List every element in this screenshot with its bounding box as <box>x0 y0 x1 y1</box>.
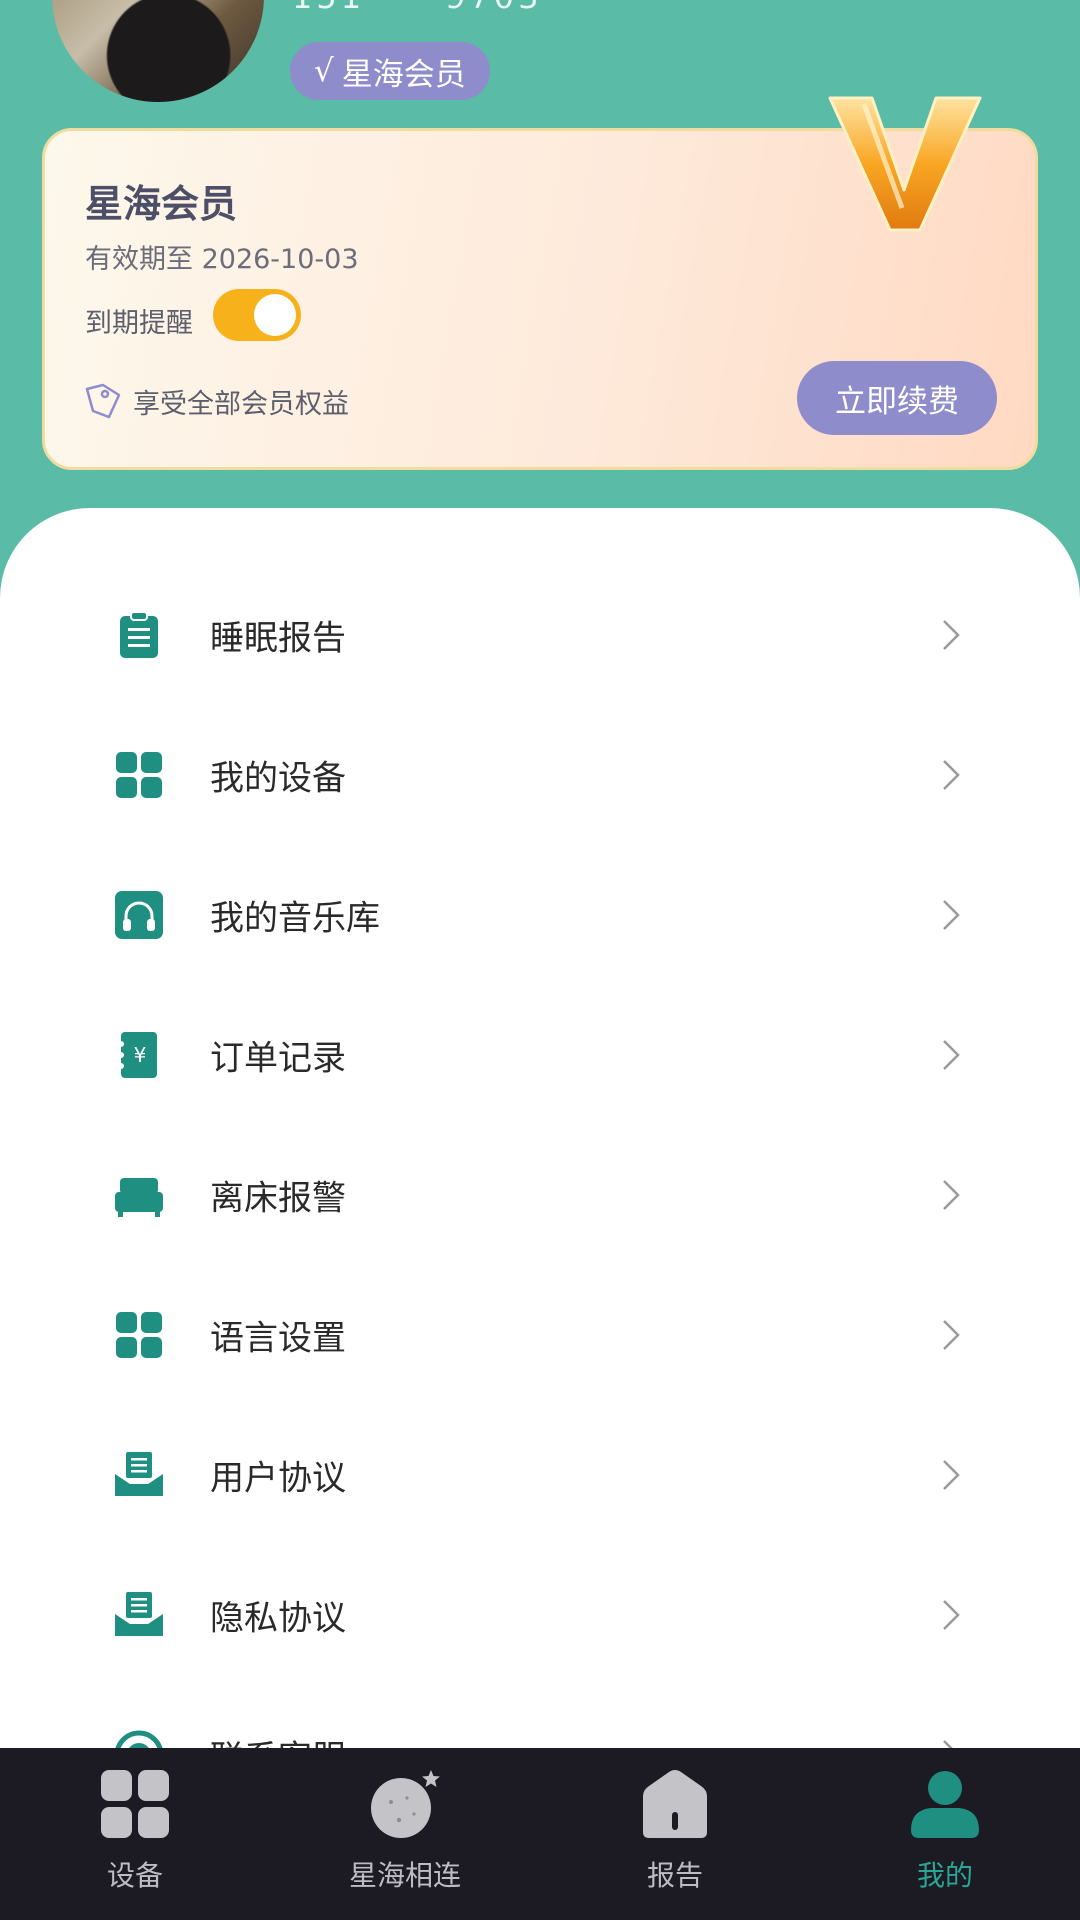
chevron-right-icon <box>943 1600 960 1630</box>
renew-button[interactable]: 立即续费 <box>797 361 997 435</box>
menu-item-label: 我的音乐库 <box>210 898 380 939</box>
menu-item-label: 联系客服 <box>210 1731 346 1749</box>
user-phone: 151****9703 <box>292 0 543 16</box>
tag-icon <box>85 383 121 419</box>
menu-item-user-agreement[interactable]: 用户协议 <box>0 1405 1080 1545</box>
menu-item-bed-exit-alarm[interactable]: 离床报警 <box>0 1125 1080 1265</box>
bottom-nav: 设备 星海相连 报告 我的 <box>0 1748 1080 1920</box>
bed-icon <box>115 1178 163 1217</box>
planet-icon <box>371 1770 440 1838</box>
menu-item-my-devices[interactable]: 我的设备 <box>0 705 1080 845</box>
menu-sheet: 睡眠报告 我的设备 我的音乐库 ¥ 订单记录 离床报警 语言设置 用户协议 隐私… <box>0 508 1080 1748</box>
menu-item-label: 用户协议 <box>210 1458 346 1499</box>
chevron-right-icon <box>943 1040 960 1070</box>
grid-icon <box>116 752 162 798</box>
chevron-right-icon <box>943 1180 960 1210</box>
yuan-receipt-icon: ¥ <box>118 1032 157 1078</box>
chevron-right-icon <box>943 1740 953 1748</box>
svg-text:¥: ¥ <box>134 1043 147 1067</box>
vip-badge-label: 星海会员 <box>341 56 466 93</box>
grid-icon <box>101 1770 169 1838</box>
expiry-reminder-label: 到期提醒 <box>85 308 193 339</box>
chevron-right-icon <box>943 760 960 790</box>
toggle-knob <box>254 294 296 336</box>
menu-item-label: 睡眠报告 <box>210 618 346 659</box>
clipboard-icon <box>120 611 158 658</box>
chevron-right-icon <box>943 900 960 930</box>
nav-tab-report[interactable]: 报告 <box>540 1748 810 1920</box>
headphones-icon <box>115 891 163 939</box>
document-tray-icon <box>115 1452 163 1496</box>
menu-item-label: 隐私协议 <box>210 1598 346 1639</box>
grid-icon <box>116 1312 162 1358</box>
nav-label: 我的 <box>916 1859 973 1892</box>
nav-label: 设备 <box>106 1859 163 1892</box>
nav-label: 星海相连 <box>348 1859 461 1892</box>
menu-item-sleep-report[interactable]: 睡眠报告 <box>0 565 1080 705</box>
chevron-right-icon <box>943 620 960 650</box>
house-icon <box>643 1770 707 1838</box>
headset-icon <box>115 1730 163 1748</box>
membership-title: 星海会员 <box>85 182 238 226</box>
menu-item-label: 我的设备 <box>210 758 346 799</box>
menu-item-label: 离床报警 <box>210 1178 346 1219</box>
menu-item-label: 订单记录 <box>210 1038 346 1079</box>
menu-item-label: 语言设置 <box>210 1318 346 1359</box>
vip-badge: √ 星海会员 <box>290 42 490 100</box>
menu-item-language-settings[interactable]: 语言设置 <box>0 1265 1080 1405</box>
menu-item-order-history[interactable]: ¥ 订单记录 <box>0 985 1080 1125</box>
expiry-reminder-toggle[interactable] <box>213 289 301 341</box>
chevron-right-icon <box>943 1460 960 1490</box>
chevron-right-icon <box>943 1320 960 1350</box>
membership-benefits-text: 享受全部会员权益 <box>133 388 349 420</box>
nav-tab-me[interactable]: 我的 <box>810 1748 1080 1920</box>
nav-tab-starsea-connect[interactable]: 星海相连 <box>270 1748 540 1920</box>
menu-item-privacy-policy[interactable]: 隐私协议 <box>0 1545 1080 1685</box>
check-icon: √ <box>314 53 334 89</box>
menu-item-music-library[interactable]: 我的音乐库 <box>0 845 1080 985</box>
nav-tab-devices[interactable]: 设备 <box>0 1748 270 1920</box>
membership-expiry: 有效期至 2026-10-03 <box>85 244 359 275</box>
nav-label: 报告 <box>646 1859 703 1892</box>
vip-v-icon <box>828 96 982 232</box>
membership-benefits: 享受全部会员权益 <box>83 381 349 421</box>
document-tray-icon <box>115 1592 163 1636</box>
person-icon <box>911 1771 979 1838</box>
user-avatar[interactable] <box>52 0 264 102</box>
menu-item-contact-support[interactable]: 联系客服 <box>0 1685 1080 1748</box>
